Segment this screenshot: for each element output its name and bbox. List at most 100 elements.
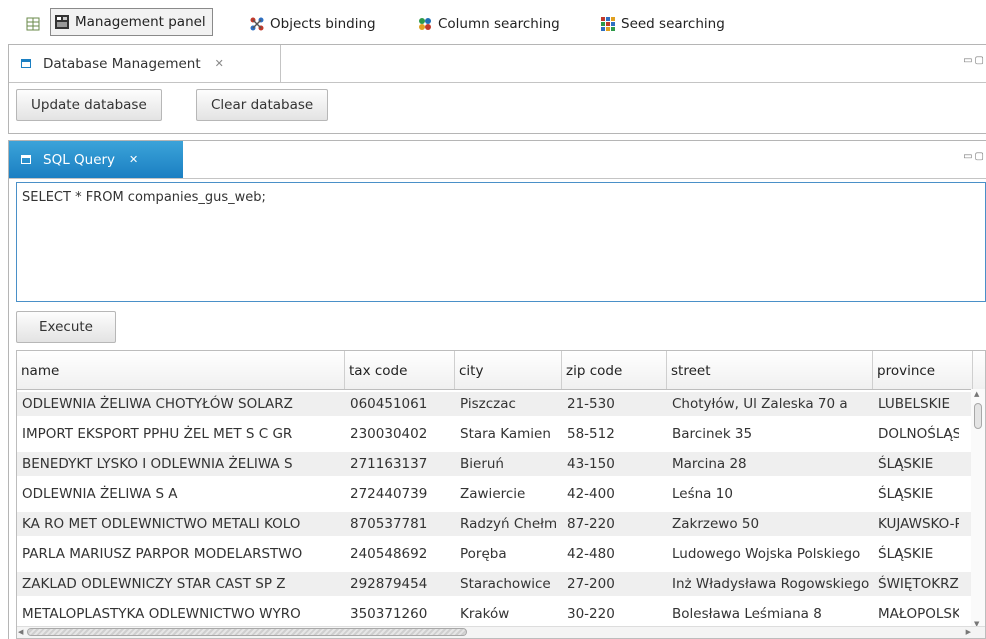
table-cell: 58-512: [567, 426, 615, 442]
table-cell: ŚLĄSKIE: [878, 456, 934, 472]
vertical-scroll-thumb[interactable]: [974, 403, 982, 429]
table-cell: 240548692: [350, 546, 428, 562]
table-cell: 87-220: [567, 516, 615, 532]
table-cell: ODLEWNIA ŻELIWA S A: [22, 486, 178, 502]
column-searching-label: Column searching: [438, 16, 560, 32]
table-row[interactable]: KA RO MET ODLEWNICTWO METALI KOLO 8705377…: [17, 512, 985, 536]
management-panel-button[interactable]: Management panel: [50, 8, 213, 36]
scroll-right-icon[interactable]: ▶: [966, 628, 971, 636]
table-row[interactable]: BENEDYKT LYSKO I ODLEWNIA ŻELIWA S 271163…: [17, 452, 985, 476]
table-cell: PARLA MARIUSZ PARPOR MODELARSTWO: [22, 546, 303, 562]
seed-searching-button[interactable]: Seed searching: [601, 11, 725, 37]
table-cell: KUJAWSKO-POMORSKIE: [878, 516, 959, 532]
objects-binding-label: Objects binding: [270, 16, 376, 32]
views-menu-icon[interactable]: [26, 11, 40, 37]
table-cell: 21-530: [567, 396, 615, 412]
table-cell: 060451061: [350, 396, 428, 412]
sql-query-tabbar: SQL Query ✕ ▭▢: [9, 141, 986, 179]
seed-searching-label: Seed searching: [621, 16, 725, 32]
column-header-street[interactable]: street: [667, 351, 873, 389]
sql-query-input[interactable]: SELECT * FROM companies_gus_web;: [16, 182, 986, 302]
column-header-province[interactable]: province: [873, 351, 973, 389]
column-header-tax-code[interactable]: tax code: [345, 351, 455, 389]
column-searching-icon: [419, 18, 431, 30]
table-cell: Starachowice: [460, 576, 551, 592]
column-header-name[interactable]: name: [17, 351, 345, 389]
table-row[interactable]: METALOPLASTYKA ODLEWNICTWO WYRO 350371260…: [17, 602, 985, 626]
view-icon: [21, 59, 31, 68]
table-cell: IMPORT EKSPORT PPHU ŻEL MET S C GR: [22, 426, 293, 442]
table-cell: 870537781: [350, 516, 428, 532]
view-icon: [21, 155, 31, 164]
table-cell: Inż Władysława Rogowskiego: [672, 576, 869, 592]
table-cell: Bieruń: [460, 456, 504, 472]
management-panel-icon: [55, 15, 69, 29]
column-header-zip-code[interactable]: zip code: [562, 351, 667, 389]
tab-label: SQL Query: [43, 151, 116, 168]
table-cell: Bolesława Leśmiana 8: [672, 606, 822, 622]
table-cell: 230030402: [350, 426, 428, 442]
table-cell: ŚLĄSKIE: [878, 546, 934, 562]
table-cell: Chotyłów, Ul Zaleska 70 a: [672, 396, 848, 412]
table-cell: Kraków: [460, 606, 510, 622]
close-icon[interactable]: ✕: [129, 153, 138, 166]
window-controls[interactable]: ▭▢: [963, 151, 986, 162]
table-cell: ŚLĄSKIE: [878, 486, 934, 502]
table-cell: Radzyń Chełm: [460, 516, 558, 532]
table-header: name tax code city zip code street province: [17, 351, 985, 390]
window-controls[interactable]: ▭▢: [963, 55, 986, 66]
results-table: name tax code city zip code street province O…: [16, 350, 986, 639]
database-management-tabbar: Database Management ✕ ▭▢: [9, 45, 986, 83]
horizontal-scrollbar[interactable]: ◀ ▶: [17, 626, 985, 638]
update-database-button[interactable]: Update database: [16, 89, 162, 121]
table-cell: Marcina 28: [672, 456, 747, 472]
scroll-left-icon[interactable]: ◀: [18, 628, 23, 636]
table-cell: LUBELSKIE: [878, 396, 950, 412]
table-cell: 350371260: [350, 606, 428, 622]
column-searching-button[interactable]: Column searching: [418, 11, 560, 37]
table-cell: 30-220: [567, 606, 615, 622]
table-cell: Zawiercie: [460, 486, 526, 502]
table-cell: Leśna 10: [672, 486, 733, 502]
table-cell: Poręba: [460, 546, 507, 562]
table-cell: ZAKLAD ODLEWNICZY STAR CAST SP Z: [22, 576, 286, 592]
table-row[interactable]: ODLEWNIA ŻELIWA S A 272440739 Zawiercie 42-…: [17, 482, 985, 506]
close-icon[interactable]: ✕: [215, 57, 224, 70]
tab-sql-query[interactable]: SQL Query ✕: [9, 141, 183, 178]
table-cell: 272440739: [350, 486, 428, 502]
management-panel-label: Management panel: [75, 14, 206, 30]
clear-database-button[interactable]: Clear database: [196, 89, 329, 121]
table-cell: Ludowego Wojska Polskiego: [672, 546, 861, 562]
table-cell: METALOPLASTYKA ODLEWNICTWO WYRO: [22, 606, 301, 622]
table-cell: 292879454: [350, 576, 428, 592]
table-cell: Zakrzewo 50: [672, 516, 760, 532]
table-cell: Piszczac: [460, 396, 516, 412]
table-row[interactable]: IMPORT EKSPORT PPHU ŻEL MET S C GR 230030…: [17, 422, 985, 446]
table-cell: 43-150: [567, 456, 615, 472]
table-cell: Barcinek 35: [672, 426, 753, 442]
table-cell: 42-480: [567, 546, 615, 562]
table-row[interactable]: ODLEWNIA ŻELIWA CHOTYŁÓW SOLARZ 060451061…: [17, 392, 985, 416]
table-cell: ŚWIĘTOKRZYSKIE: [878, 576, 959, 592]
column-header-city[interactable]: city: [455, 351, 562, 389]
tab-database-management[interactable]: Database Management ✕: [9, 45, 281, 82]
top-toolbar: Management panel Objects binding Column …: [0, 0, 986, 46]
seed-searching-icon: [601, 17, 615, 31]
execute-button[interactable]: Execute: [16, 311, 116, 343]
table-cell: 271163137: [350, 456, 428, 472]
scroll-up-icon[interactable]: ▲: [974, 390, 979, 398]
table-cell: DOLNOŚLĄSKIE: [878, 426, 959, 442]
objects-binding-button[interactable]: Objects binding: [250, 11, 376, 37]
table-row[interactable]: ZAKLAD ODLEWNICZY STAR CAST SP Z 29287945…: [17, 572, 985, 596]
objects-binding-icon: [250, 17, 264, 31]
table-cell: Stara Kamien: [460, 426, 551, 442]
table-cell: MAŁOPOLSKIE: [878, 606, 959, 622]
vertical-scrollbar[interactable]: ▲ ▼: [971, 389, 985, 629]
table-row[interactable]: PARLA MARIUSZ PARPOR MODELARSTWO 24054869…: [17, 542, 985, 566]
table-cell: KA RO MET ODLEWNICTWO METALI KOLO: [22, 516, 301, 532]
table-cell: ODLEWNIA ŻELIWA CHOTYŁÓW SOLARZ: [22, 396, 293, 412]
database-management-panel: Database Management ✕ ▭▢ Update database…: [8, 44, 986, 134]
table-cell: 42-400: [567, 486, 615, 502]
table-cell: 27-200: [567, 576, 615, 592]
horizontal-scroll-thumb[interactable]: [27, 628, 467, 636]
